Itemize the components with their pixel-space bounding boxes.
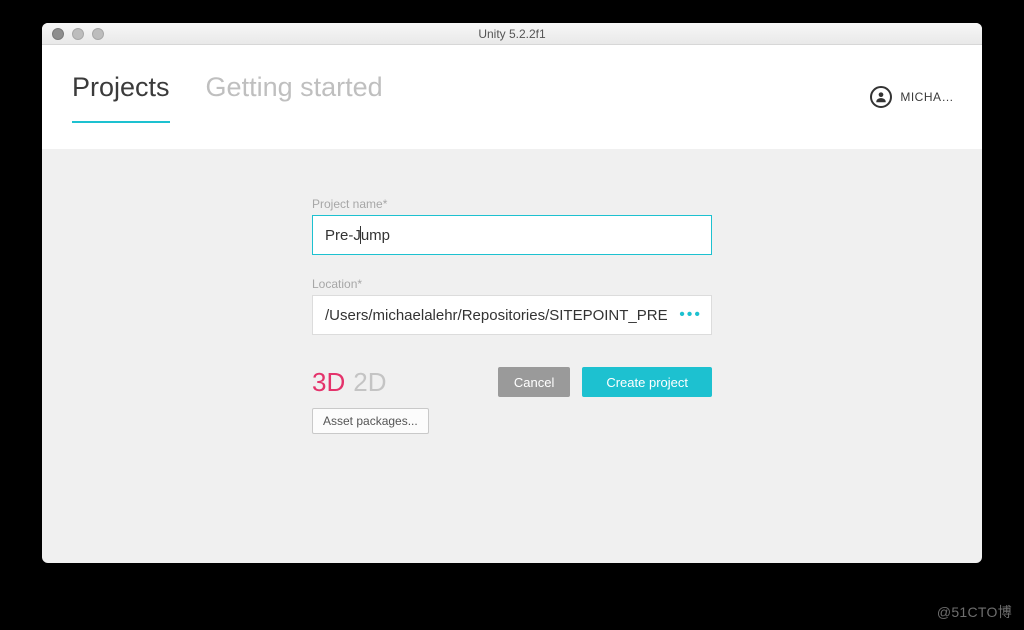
zoom-icon[interactable] (92, 28, 104, 40)
mode-3d[interactable]: 3D (312, 367, 345, 398)
traffic-lights (42, 28, 104, 40)
new-project-form: Project name* Pre-Jump Location* /Users/… (312, 197, 712, 434)
location-value: /Users/michaelalehr/Repositories/SITEPOI… (325, 307, 668, 324)
user-menu[interactable]: MICHA… (870, 86, 954, 108)
tab-getting-started[interactable]: Getting started (206, 72, 383, 121)
project-name-label: Project name* (312, 197, 712, 211)
title-bar: Unity 5.2.2f1 (42, 23, 982, 45)
minimize-icon[interactable] (72, 28, 84, 40)
watermark-text: @51CTO博 (937, 602, 1012, 622)
window-title: Unity 5.2.2f1 (42, 27, 982, 41)
cancel-button[interactable]: Cancel (498, 367, 570, 397)
project-name-value-pre: Pre-J (325, 227, 361, 244)
browse-location-button[interactable]: ••• (679, 306, 702, 324)
location-label: Location* (312, 277, 712, 291)
close-icon[interactable] (52, 28, 64, 40)
project-name-value-post: ump (361, 227, 390, 244)
user-name: MICHA… (900, 90, 954, 104)
project-name-input[interactable]: Pre-Jump (312, 215, 712, 255)
dimension-mode-toggle: 3D 2D (312, 367, 429, 398)
tab-projects[interactable]: Projects (72, 72, 170, 123)
location-input[interactable]: /Users/michaelalehr/Repositories/SITEPOI… (312, 295, 712, 335)
tab-bar: Projects Getting started (72, 72, 383, 123)
header: Projects Getting started MICHA… (42, 45, 982, 149)
action-buttons: Cancel Create project (498, 367, 712, 397)
create-project-button[interactable]: Create project (582, 367, 712, 397)
app-window: Unity 5.2.2f1 Projects Getting started M… (42, 23, 982, 563)
content-area: Project name* Pre-Jump Location* /Users/… (42, 149, 982, 434)
avatar-icon (870, 86, 892, 108)
mode-2d[interactable]: 2D (353, 367, 386, 398)
asset-packages-button[interactable]: Asset packages... (312, 408, 429, 434)
